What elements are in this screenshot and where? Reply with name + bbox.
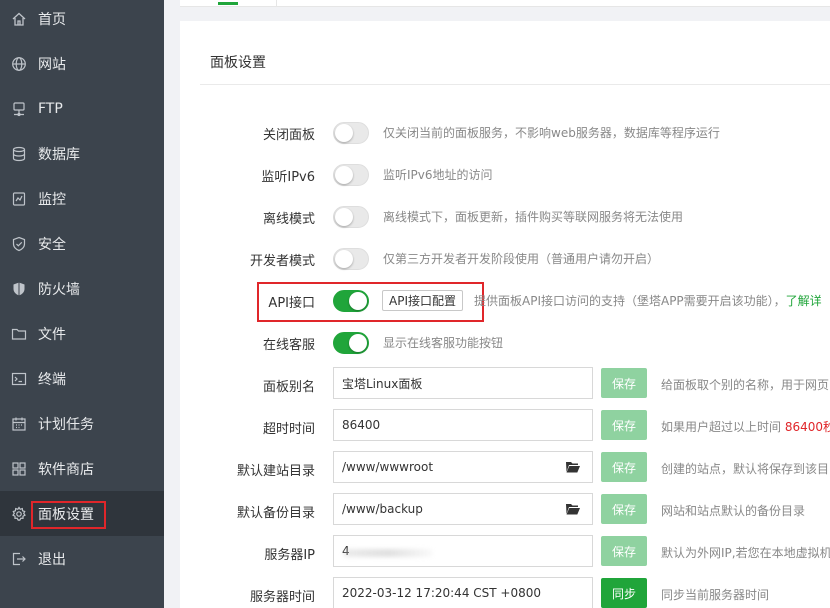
offline-mode-label: 离线模式	[262, 212, 315, 227]
home-icon	[10, 10, 27, 27]
developer-mode-label: 开发者模式	[249, 254, 315, 269]
sidebar-item-label: 软件商店	[38, 461, 94, 478]
ipv6-toggle[interactable]	[333, 164, 369, 186]
save-button[interactable]: 保存	[601, 536, 647, 566]
tab-divider	[276, 0, 277, 7]
calendar-icon	[10, 415, 27, 432]
save-button[interactable]: 保存	[601, 452, 647, 482]
sidebar-item-ftp[interactable]: FTP	[0, 86, 164, 131]
default-backup-dir-input[interactable]: /www/backup	[333, 493, 554, 525]
default-site-dir-label: 默认建站目录	[236, 464, 315, 479]
server-time-input[interactable]: 2022-03-12 17:20:44 CST +0800	[333, 577, 593, 608]
panel-alias-input[interactable]: 宝塔Linux面板	[333, 367, 593, 399]
save-button[interactable]: 保存	[601, 368, 647, 398]
api-desc: 提供面板API接口访问的支持（堡塔APP需要开启该功能），了解详	[474, 294, 822, 308]
logout-icon	[10, 550, 27, 567]
database-icon	[10, 145, 27, 162]
sidebar: 首页 网站 FTP 数据库 监控 安全 防火墙 文件 终端 计划任务 软件商店	[0, 0, 164, 608]
highlight-box	[31, 501, 106, 529]
online-service-desc: 显示在线客服功能按钮	[383, 336, 504, 350]
learn-more-link[interactable]: 了解详	[786, 294, 822, 308]
default-site-dir-input[interactable]: /www/wwwroot	[333, 451, 554, 483]
offline-mode-desc: 离线模式下，面板更新，插件购买等联网服务将无法使用	[383, 210, 684, 224]
timeout-desc: 如果用户超过以上时间 86400秒	[661, 420, 830, 434]
sidebar-item-firewall[interactable]: 防火墙	[0, 266, 164, 311]
active-tab-indicator	[218, 2, 238, 5]
sidebar-item-label: 首页	[38, 11, 66, 28]
globe-icon	[10, 55, 27, 72]
sidebar-item-label: 数据库	[38, 146, 80, 163]
server-ip-desc: 默认为外网IP,若您在本地虚拟机测	[661, 546, 830, 560]
folder-open-icon	[565, 504, 580, 515]
sidebar-item-logout[interactable]: 退出	[0, 536, 164, 581]
panel-alias-desc: 给面板取个别的名称，用于网页	[661, 378, 830, 392]
sidebar-item-terminal[interactable]: 终端	[0, 356, 164, 401]
default-backup-dir-label: 默认备份目录	[236, 506, 315, 521]
shield-check-icon	[10, 235, 27, 252]
firewall-shield-icon	[10, 280, 27, 297]
top-tab-strip	[180, 0, 830, 7]
developer-mode-desc: 仅第三方开发者开发阶段使用（普通用户请勿开启）	[383, 252, 660, 266]
server-time-desc: 同步当前服务器时间	[661, 588, 770, 602]
sidebar-item-monitor[interactable]: 监控	[0, 176, 164, 221]
highlight-box	[257, 282, 484, 322]
redacted-ip	[343, 549, 433, 557]
sidebar-item-label: 网站	[38, 56, 66, 73]
ftp-icon	[10, 100, 27, 117]
online-service-toggle[interactable]	[333, 332, 369, 354]
default-site-dir-desc: 创建的站点，默认将保存到该目	[661, 462, 830, 476]
timeout-input[interactable]: 86400	[333, 409, 593, 441]
sidebar-item-label: 监控	[38, 191, 66, 208]
offline-mode-toggle[interactable]	[333, 206, 369, 228]
sidebar-item-home[interactable]: 首页	[0, 0, 164, 41]
timeout-label: 超时时间	[262, 422, 315, 437]
default-backup-dir-desc: 网站和站点默认的备份目录	[661, 504, 806, 518]
sidebar-item-security[interactable]: 安全	[0, 221, 164, 266]
save-button[interactable]: 保存	[601, 494, 647, 524]
folder-picker-button[interactable]	[553, 451, 593, 483]
sidebar-item-label: 文件	[38, 326, 66, 343]
sidebar-item-files[interactable]: 文件	[0, 311, 164, 356]
folder-icon	[10, 325, 27, 342]
server-time-label: 服务器时间	[249, 590, 315, 605]
ipv6-label: 监听IPv6	[261, 170, 315, 185]
panel-alias-label: 面板别名	[262, 380, 315, 395]
sidebar-item-label: 终端	[38, 371, 66, 388]
ipv6-desc: 监听IPv6地址的访问	[383, 168, 493, 182]
sidebar-item-store[interactable]: 软件商店	[0, 446, 164, 491]
divider	[200, 84, 830, 85]
page-title: 面板设置	[210, 55, 266, 71]
sidebar-item-label: 防火墙	[38, 281, 80, 298]
sidebar-item-database[interactable]: 数据库	[0, 131, 164, 176]
sidebar-item-website[interactable]: 网站	[0, 41, 164, 86]
terminal-icon	[10, 370, 27, 387]
server-ip-label: 服务器IP	[264, 548, 315, 563]
folder-picker-button[interactable]	[553, 493, 593, 525]
grid-icon	[10, 460, 27, 477]
close-panel-toggle[interactable]	[333, 122, 369, 144]
close-panel-desc: 仅关闭当前的面板服务，不影响web服务器，数据库等程序运行	[383, 126, 720, 140]
sidebar-item-cron[interactable]: 计划任务	[0, 401, 164, 446]
sidebar-item-panel-settings[interactable]: 面板设置	[0, 491, 164, 536]
sync-button[interactable]: 同步	[601, 578, 647, 608]
save-button[interactable]: 保存	[601, 410, 647, 440]
online-service-label: 在线客服	[262, 338, 315, 353]
sidebar-item-label: 计划任务	[38, 416, 94, 433]
sidebar-item-label: 安全	[38, 236, 66, 253]
sidebar-item-label: 退出	[38, 551, 66, 568]
close-panel-label: 关闭面板	[262, 128, 315, 143]
monitor-icon	[10, 190, 27, 207]
sidebar-item-label: FTP	[38, 100, 63, 117]
gear-icon	[10, 505, 27, 522]
developer-mode-toggle[interactable]	[333, 248, 369, 270]
folder-open-icon	[565, 462, 580, 473]
